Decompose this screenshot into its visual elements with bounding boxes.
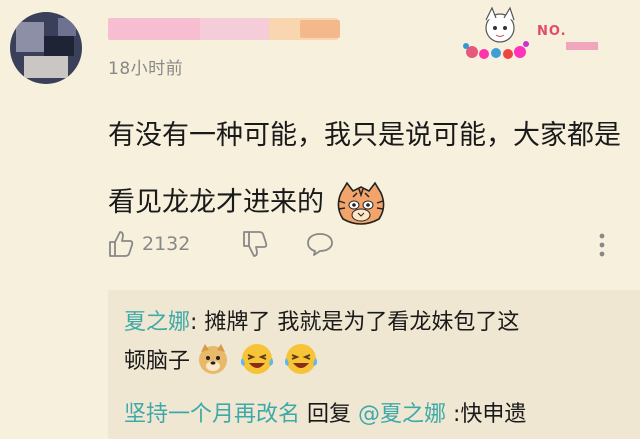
comment-timestamp: 18小时前 [108,59,184,79]
laughing-crying-emoji-icon [240,344,274,374]
like-count: 2132 [142,233,191,255]
laughing-crying-emoji-icon [284,344,318,374]
reply-1-line1: 夏之娜: 摊牌了 我就是为了看龙妹包了这 [124,304,519,336]
reply-2-reply-word: 回复 [300,402,359,427]
comment-text-line1: 有没有一种可能，我只是说可能，大家都是 [108,120,621,151]
comment-actions: 2132 [108,228,334,260]
reply-preview-box[interactable]: 夏之娜: 摊牌了 我就是为了看龙妹包了这 顿脑子 坚持一个月再改名 回复 @夏之… [108,290,640,439]
reply-1-text-line2: 顿脑子 [124,349,191,374]
badge-label: NO. [537,24,567,39]
fan-badge-art[interactable] [462,6,532,62]
more-options-icon[interactable] [592,230,612,260]
reply-1-username[interactable]: 夏之娜 [124,310,190,335]
user-level-badge-blurred [300,20,340,38]
badge-number-blurred [566,42,598,50]
reply-2-mention[interactable]: @夏之娜 [358,402,446,427]
comment-text-line2: 看见龙龙才进来的 [108,187,324,218]
comment-text-line2-wrap: 看见龙龙才进来的 [108,169,628,236]
tiger-sticker-icon [337,181,384,225]
comment-body: 有没有一种可能，我只是说可能，大家都是 看见龙龙才进来的 [108,102,628,236]
thumbs-down-icon [243,231,268,257]
like-button[interactable] [108,230,134,258]
doge-emoji-icon [199,344,228,374]
reply-button[interactable] [306,231,334,257]
thumbs-up-icon [109,231,134,257]
reply-1-line2: 顿脑子 [124,342,328,376]
dislike-button[interactable] [242,230,268,258]
avatar[interactable] [10,12,82,84]
comment-bubble-icon [307,233,334,256]
reply-2-username[interactable]: 坚持一个月再改名 [124,402,300,427]
reply-2-text: :快申遗 [446,402,527,427]
reply-2-line: 坚持一个月再改名 回复 @夏之娜 :快申遗 [124,396,526,428]
reply-1-text-line1: 摊牌了 我就是为了看龙妹包了这 [197,310,520,335]
